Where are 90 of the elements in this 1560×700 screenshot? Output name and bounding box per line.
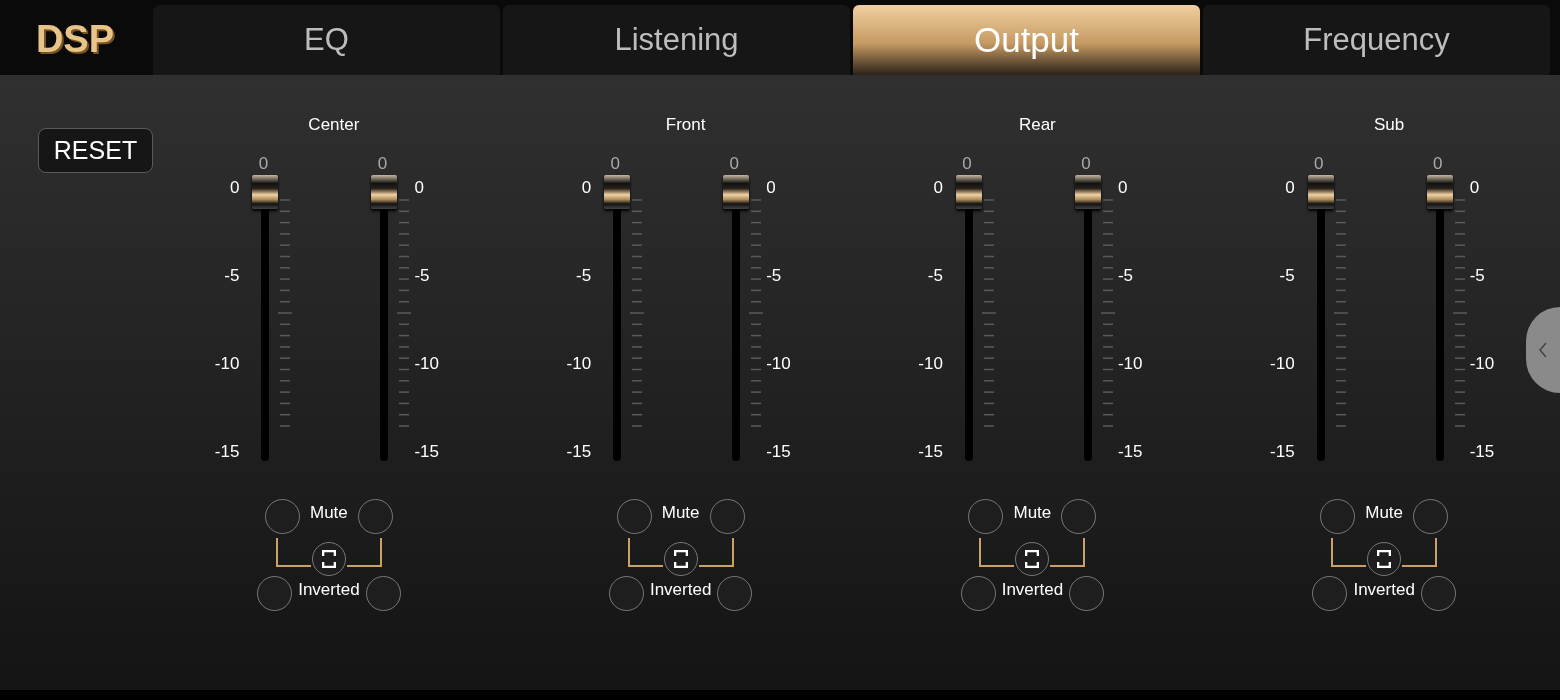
fader-value: 0 xyxy=(609,153,621,175)
fader-value: 0 xyxy=(1080,153,1092,175)
reset-button[interactable]: RESET xyxy=(38,128,153,173)
scale-label: -10 xyxy=(1469,353,1496,375)
fader-value: 0 xyxy=(728,153,740,175)
bracket-icon xyxy=(1377,550,1392,568)
invert-label: Inverted xyxy=(1353,579,1415,600)
tab[interactable]: Listening xyxy=(503,5,850,75)
scale-label: -5 xyxy=(1469,265,1486,287)
scale-label: 0 xyxy=(580,177,592,199)
mute-toggle[interactable] xyxy=(616,499,652,534)
scale-label: -10 xyxy=(766,353,792,375)
scale-label: -5 xyxy=(414,265,431,287)
dsp-logo: DSP xyxy=(34,17,116,62)
scale-label: -5 xyxy=(926,265,943,287)
scale-label: 0 xyxy=(1117,177,1129,199)
mute-toggle[interactable] xyxy=(264,499,300,534)
fader-value: 0 xyxy=(1312,153,1325,175)
invert-toggle[interactable] xyxy=(960,576,996,611)
scale-label: -15 xyxy=(766,441,792,463)
scale-label: 0 xyxy=(1284,177,1295,199)
fader-thumb[interactable] xyxy=(604,175,631,209)
scale-label: -15 xyxy=(917,441,943,463)
fader-thumb[interactable] xyxy=(723,175,750,209)
fader-thumb[interactable] xyxy=(371,175,398,209)
scale-label: -15 xyxy=(1269,441,1295,463)
scale-label: -15 xyxy=(414,441,440,463)
fader-thumb[interactable] xyxy=(955,175,982,209)
mute-label: Mute xyxy=(309,502,348,523)
tab[interactable]: Frequency xyxy=(1203,5,1550,75)
mute-toggle[interactable] xyxy=(1320,499,1356,534)
bracket-icon xyxy=(673,550,688,568)
fader-thumb[interactable] xyxy=(1074,175,1101,209)
scale-label: 0 xyxy=(228,177,240,199)
fader-value: 0 xyxy=(376,153,389,175)
scale-label: -5 xyxy=(575,265,592,287)
channel-title: Center xyxy=(308,115,360,135)
invert-toggle[interactable] xyxy=(608,576,644,611)
scale-label: 0 xyxy=(1469,177,1481,199)
scale-label: -15 xyxy=(213,441,240,463)
scale-label: -5 xyxy=(766,265,783,287)
scale-label: -10 xyxy=(1269,353,1295,375)
link-button[interactable] xyxy=(663,542,698,576)
invert-toggle[interactable] xyxy=(1420,576,1456,611)
mute-toggle[interactable] xyxy=(709,499,745,534)
mute-toggle[interactable] xyxy=(968,499,1004,534)
mute-label: Mute xyxy=(1013,502,1052,523)
invert-toggle[interactable] xyxy=(1069,576,1105,611)
mute-label: Mute xyxy=(1365,502,1403,523)
invert-label: Inverted xyxy=(1001,579,1064,600)
scale-label: -15 xyxy=(565,441,592,463)
link-button[interactable] xyxy=(1015,542,1050,576)
invert-toggle[interactable] xyxy=(365,576,401,611)
mute-toggle[interactable] xyxy=(1413,499,1448,534)
invert-toggle[interactable] xyxy=(717,576,753,611)
fader-value: 0 xyxy=(961,153,973,175)
scale-label: 0 xyxy=(932,177,943,199)
channel-title: Rear xyxy=(1018,115,1056,135)
mute-toggle[interactable] xyxy=(357,499,393,534)
invert-label: Inverted xyxy=(298,579,360,600)
scale-label: -10 xyxy=(213,353,240,375)
scale-label: -10 xyxy=(1117,353,1144,375)
fader-value: 0 xyxy=(257,153,270,175)
mute-label: Mute xyxy=(661,502,700,523)
scale-label: 0 xyxy=(766,177,777,199)
fader-thumb[interactable] xyxy=(1426,175,1453,209)
fader-value: 0 xyxy=(1431,153,1444,175)
invert-label: Inverted xyxy=(649,579,712,600)
fader-thumb[interactable] xyxy=(252,175,279,209)
tab[interactable]: EQ xyxy=(153,5,500,75)
chevron-left-icon xyxy=(1538,342,1548,358)
scale-label: -10 xyxy=(414,353,440,375)
bracket-icon xyxy=(1025,550,1040,568)
scale-label: 0 xyxy=(414,177,425,199)
fader-thumb[interactable] xyxy=(1307,175,1334,209)
scale-label: -10 xyxy=(917,353,943,375)
scale-label: -15 xyxy=(1469,441,1496,463)
mute-toggle[interactable] xyxy=(1061,499,1097,534)
channel-title: Front xyxy=(665,115,706,135)
scale-label: -5 xyxy=(1117,265,1134,287)
invert-toggle[interactable] xyxy=(257,576,293,611)
link-button[interactable] xyxy=(1367,542,1402,576)
scale-label: -5 xyxy=(223,265,240,287)
bracket-icon xyxy=(321,550,336,568)
channel-title: Sub xyxy=(1374,115,1405,135)
scale-label: -5 xyxy=(1278,265,1295,287)
scale-label: -15 xyxy=(1117,441,1144,463)
invert-toggle[interactable] xyxy=(1312,576,1348,611)
link-button[interactable] xyxy=(311,542,346,576)
scale-label: -10 xyxy=(565,353,592,375)
